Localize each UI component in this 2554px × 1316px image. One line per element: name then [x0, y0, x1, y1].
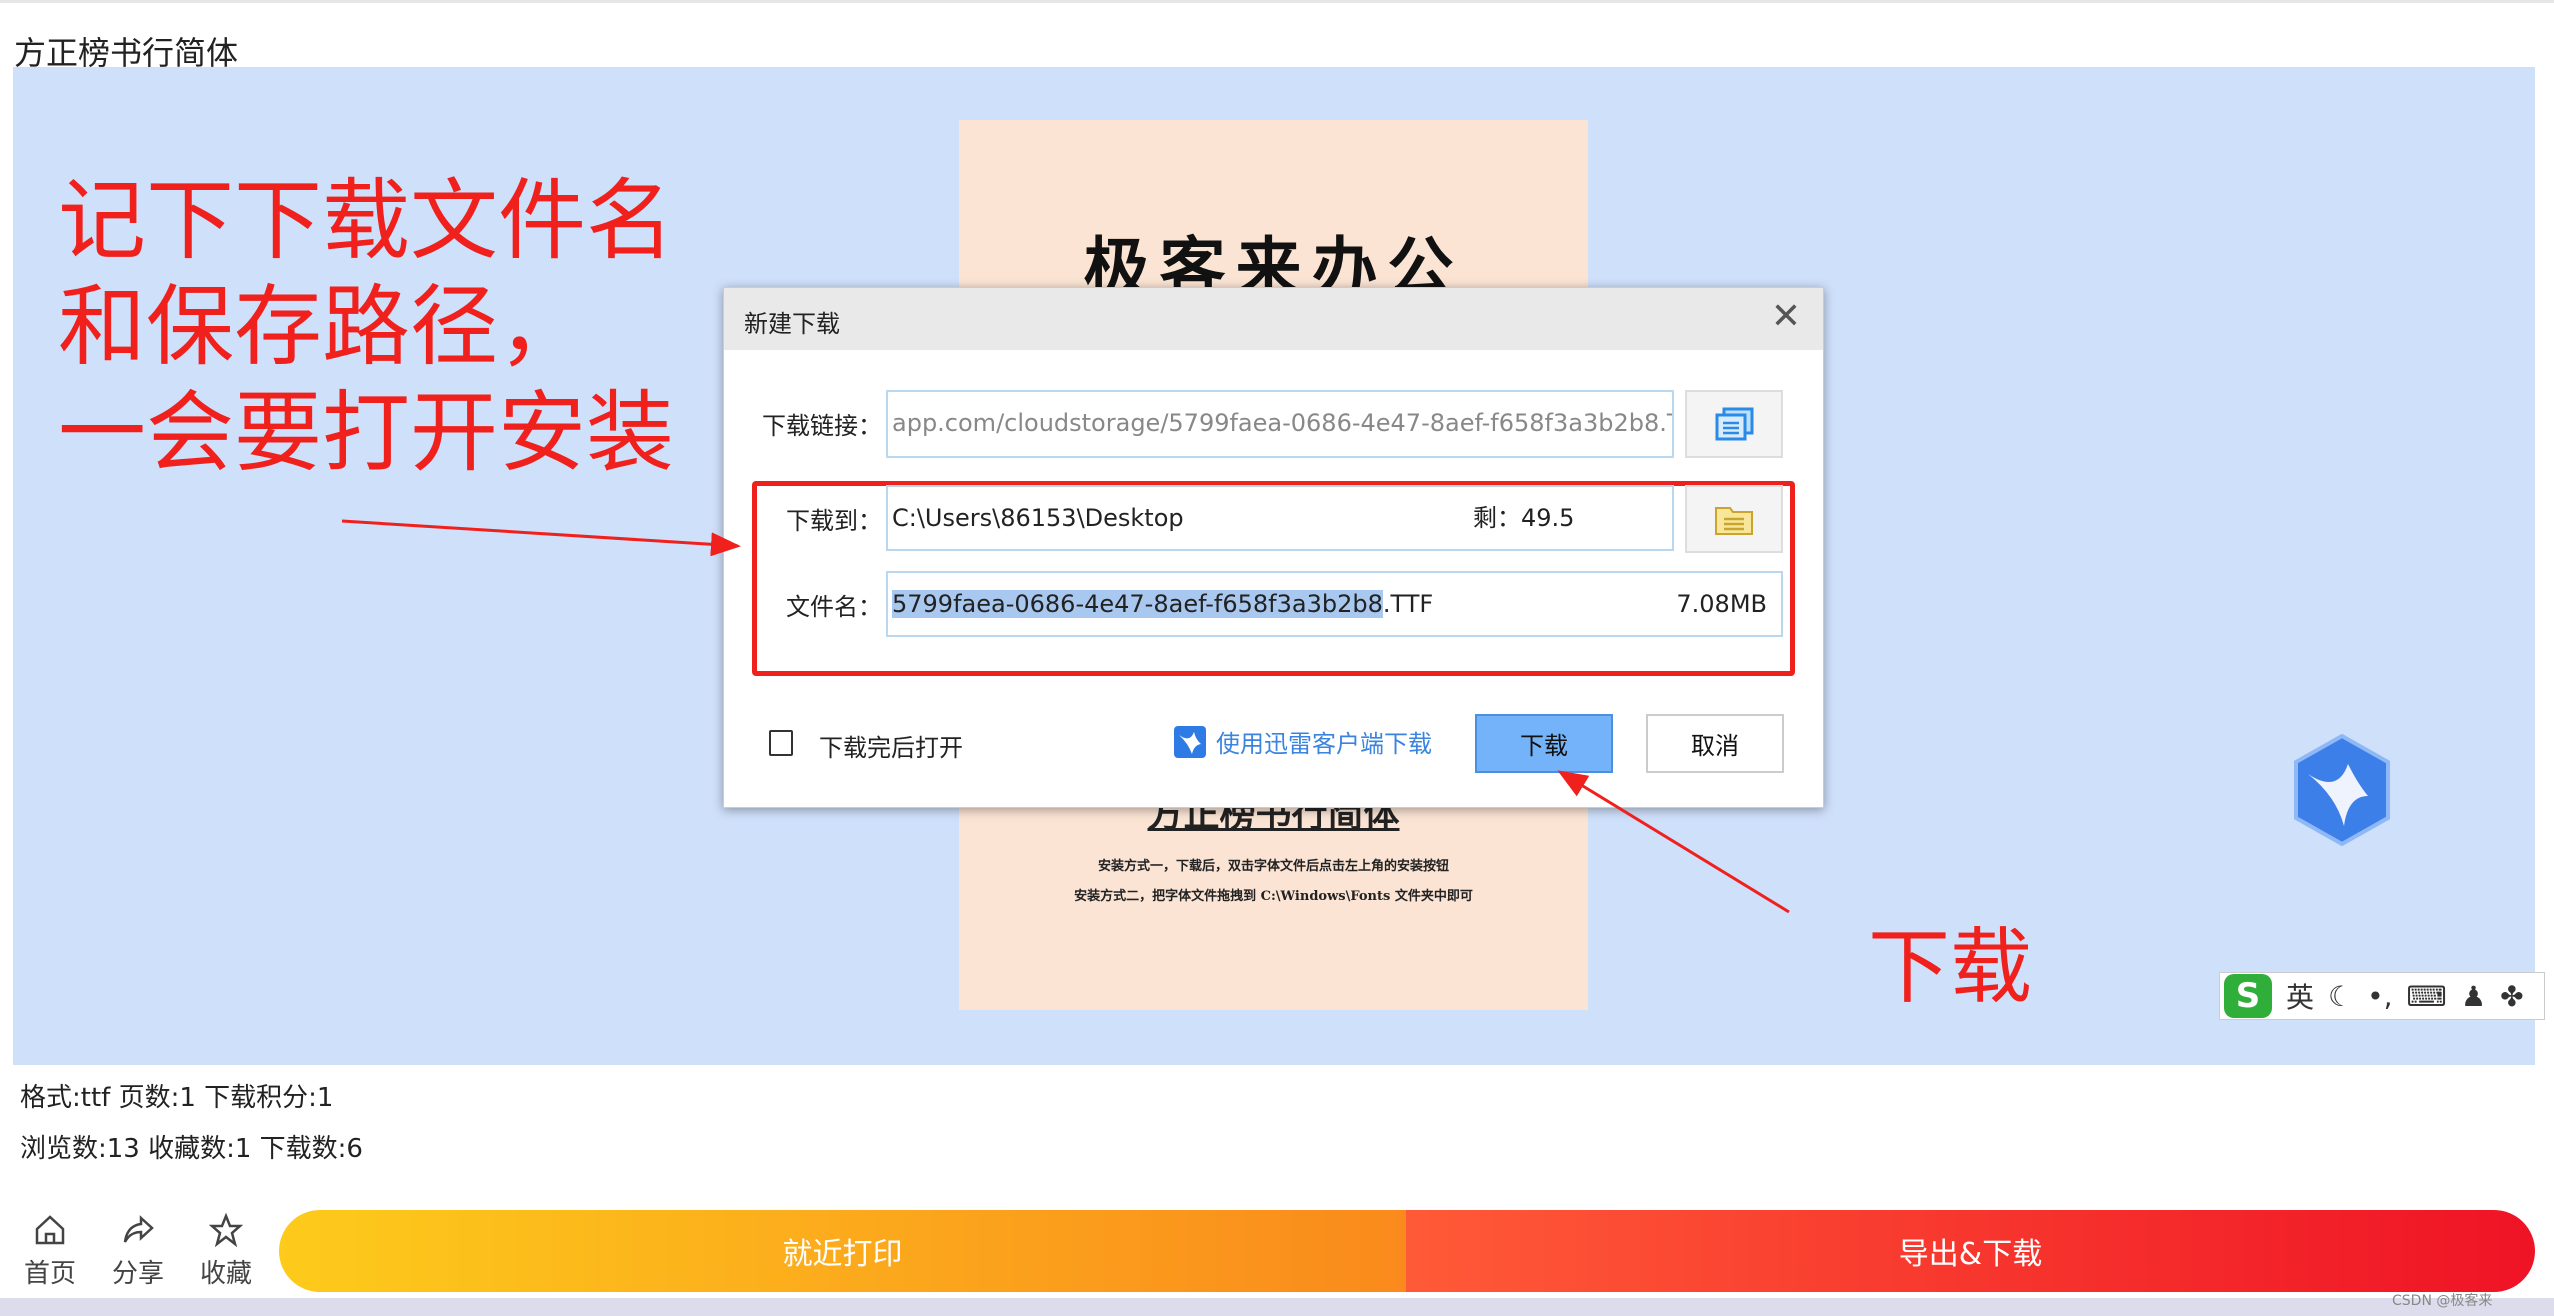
annotation-arrows — [341, 519, 1790, 914]
nav-share[interactable]: 分享 — [108, 1213, 168, 1290]
bottom-strip — [0, 1298, 2554, 1316]
nav-label: 收藏 — [199, 1259, 252, 1289]
nav-favorite[interactable]: 收藏 — [196, 1213, 256, 1290]
share-icon — [123, 1215, 154, 1243]
file-stats-line: 浏览数:13 收藏数:1 下载数:6 — [20, 1134, 363, 1164]
export-download-button[interactable]: 导出&下载 — [1406, 1210, 2535, 1292]
nav-label: 分享 — [111, 1259, 164, 1289]
print-nearby-button[interactable]: 就近打印 — [279, 1210, 1406, 1292]
arrow-to-download-button — [1557, 770, 1790, 914]
home-icon — [35, 1215, 65, 1245]
file-meta-line: 格式:ttf 页数:1 下载积分:1 — [20, 1083, 334, 1113]
arrow-to-save-path — [341, 519, 741, 557]
nav-home[interactable]: 首页 — [20, 1213, 80, 1290]
nav-label: 首页 — [23, 1259, 76, 1289]
star-icon — [209, 1213, 243, 1247]
watermark: CSDN @极客来 — [2392, 1293, 2493, 1309]
